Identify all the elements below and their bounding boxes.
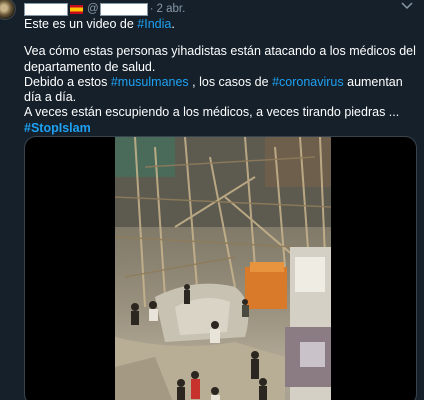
- tweet-text: Este es un video de #India. Vea cómo est…: [24, 17, 416, 136]
- chevron-down-icon[interactable]: [400, 2, 414, 12]
- spain-flag-icon: [70, 4, 83, 14]
- video-player[interactable]: [24, 136, 417, 400]
- hashtag-india[interactable]: #India: [137, 17, 171, 31]
- text-span: , los casos de: [188, 74, 273, 89]
- tweet-line: A veces están escupiendo a los médicos, …: [24, 105, 416, 120]
- hashtag-musulmanes[interactable]: #musulmanes: [111, 75, 189, 89]
- avatar[interactable]: [0, 0, 16, 20]
- text-span: Debido a estos: [24, 74, 111, 89]
- text-span: A veces están escupiendo a los médicos, …: [24, 105, 400, 120]
- tweet-header: @ · 2 abr.: [24, 1, 185, 17]
- redacted-display-name[interactable]: [24, 2, 68, 16]
- separator: ·: [149, 3, 154, 15]
- tweet-line: Este es un video de #India.: [24, 17, 416, 32]
- hashtag-stopislam[interactable]: #StopIslam: [24, 121, 91, 135]
- tweet-line: Debido a estos #musulmanes , los casos d…: [24, 75, 416, 106]
- tweet[interactable]: @ · 2 abr. Este es un video de #India. V…: [0, 0, 424, 400]
- hashtag-coronavirus[interactable]: #coronavirus: [272, 75, 344, 89]
- tweet-line: #StopIslam: [24, 121, 416, 136]
- tweet-line: Vea cómo estas personas yihadistas están…: [24, 44, 416, 75]
- redacted-handle[interactable]: [99, 2, 148, 16]
- video-frame[interactable]: [115, 137, 331, 400]
- text-span: Este es un video de: [24, 17, 138, 31]
- text-span: Vea cómo estas personas yihadistas están…: [24, 44, 416, 74]
- video-thumbnail: [115, 137, 331, 400]
- text-span: .: [171, 17, 175, 31]
- handle-prefix: @: [87, 3, 99, 15]
- tweet-date[interactable]: 2 abr.: [157, 3, 186, 15]
